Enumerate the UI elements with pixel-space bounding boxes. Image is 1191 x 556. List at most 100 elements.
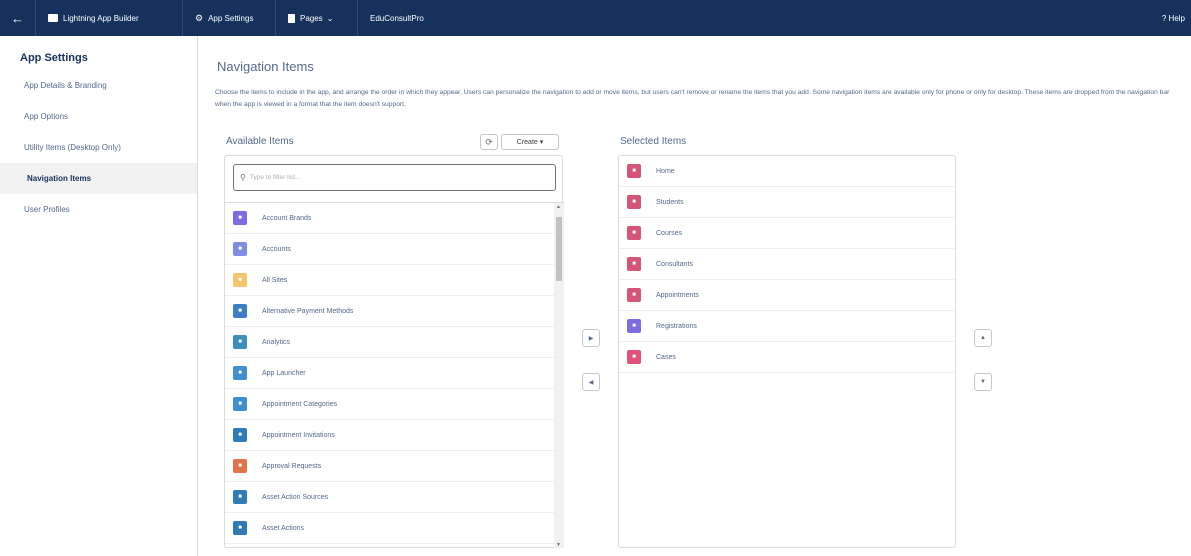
grid-icon: ■: [233, 366, 247, 380]
filter-placeholder: Type to filter list...: [249, 174, 301, 181]
selected-list-item[interactable]: ■ Cases: [619, 342, 957, 373]
available-list-item[interactable]: ■ Approval Requests: [225, 451, 564, 482]
custom-object-icon: ■: [627, 288, 641, 302]
chevron-down-icon: ⌄: [326, 13, 334, 23]
arrow-left-icon: ←: [11, 10, 24, 26]
custom-object-icon: ■: [627, 195, 641, 209]
arrow-left-icon: ◀: [588, 379, 594, 386]
item-label: Appointment Categories: [262, 400, 338, 408]
available-list-item[interactable]: ■ Account Brands: [225, 203, 564, 234]
item-label: Appointment Invitations: [262, 431, 335, 439]
page-title: Navigation Items: [217, 59, 314, 74]
app-settings-tab[interactable]: ⚙ App Settings: [183, 0, 276, 36]
available-list-item[interactable]: ■ Asset Action Sources: [225, 482, 564, 513]
sidebar-title: App Settings: [20, 52, 88, 64]
help-link[interactable]: ? Help: [1162, 0, 1191, 36]
sidebar-item-user-profiles[interactable]: User Profiles: [0, 194, 197, 225]
available-list-item[interactable]: ■ Analytics: [225, 327, 564, 358]
scroll-up-icon[interactable]: ▲: [556, 204, 561, 210]
item-label: Approval Requests: [262, 462, 322, 470]
create-button[interactable]: Create ▾: [501, 134, 559, 150]
arrow-up-icon: ▲: [980, 335, 986, 341]
selected-list-item[interactable]: ■ Consultants: [619, 249, 957, 280]
sidebar-item-app-details[interactable]: App Details & Branding: [0, 70, 197, 101]
selected-items-list: ■ Home ■ Students ■ Courses ■ Consultants ■ Appoi…: [619, 156, 957, 373]
account-icon: ■: [233, 242, 247, 256]
sites-icon: ■: [233, 273, 247, 287]
available-list-item[interactable]: ■ Appointment Invitations: [225, 420, 564, 451]
move-to-available-button[interactable]: ◀: [582, 373, 600, 391]
refresh-icon: ⟳: [485, 136, 493, 147]
builder-label: Lightning App Builder: [63, 13, 139, 23]
custom-object-icon: ■: [627, 226, 641, 240]
item-label: App Launcher: [262, 369, 306, 377]
approval-icon: ■: [233, 459, 247, 473]
sidebar-item-app-options[interactable]: App Options: [0, 101, 197, 132]
available-items-label: Available Items: [226, 136, 294, 147]
arrow-right-icon: ▶: [588, 335, 594, 342]
home-icon: ■: [627, 164, 641, 178]
selected-list-item[interactable]: ■ Home: [619, 156, 957, 187]
item-label: Home: [656, 167, 675, 175]
item-label: Alternative Payment Methods: [262, 307, 354, 315]
item-label: Asset Actions: [262, 524, 305, 532]
case-icon: ■: [627, 350, 641, 364]
sidebar-item-utility-items[interactable]: Utility Items (Desktop Only): [0, 132, 197, 163]
scrollbar[interactable]: ▲ ▼: [554, 203, 564, 548]
lightning-app-builder-link[interactable]: Lightning App Builder: [36, 0, 183, 36]
pages-menu[interactable]: Pages ⌄: [276, 0, 358, 36]
selected-list-item[interactable]: ■ Students: [619, 187, 957, 218]
sidebar-item-navigation-items[interactable]: Navigation Items: [0, 163, 197, 194]
asset-icon: ■: [233, 490, 247, 504]
item-label: Accounts: [262, 245, 291, 253]
selected-items-listbox: ■ Home ■ Students ■ Courses ■ Consultants ■ Appoi…: [618, 155, 957, 548]
item-label: Account Brands: [262, 214, 312, 222]
scroll-down-icon[interactable]: ▼: [556, 542, 561, 548]
star-icon: ■: [627, 319, 641, 333]
selected-list-item[interactable]: ■ Courses: [619, 218, 957, 249]
page-icon: [288, 13, 295, 23]
selected-list-item[interactable]: ■ Appointments: [619, 280, 957, 311]
analytics-icon: ■: [233, 335, 247, 349]
item-label: Students: [656, 198, 684, 206]
item-label: Asset Action Sources: [262, 493, 329, 501]
available-items-list: ■ Account Brands ■ Accounts ■ All Sites ■ Alter…: [225, 202, 564, 548]
arrow-down-icon: ▼: [980, 379, 986, 385]
move-to-selected-button[interactable]: ▶: [582, 329, 600, 347]
available-list-item[interactable]: ■ All Sites: [225, 265, 564, 296]
item-label: Consultants: [656, 260, 693, 268]
available-items-listbox: ⚲ Type to filter list... ■ Account Brands…: [224, 155, 564, 548]
back-button[interactable]: ←: [0, 0, 36, 36]
available-list-item[interactable]: ■ Alternative Payment Methods: [225, 296, 564, 327]
global-header: ← Lightning App Builder ⚙ App Settings P…: [0, 0, 1191, 36]
available-list-item[interactable]: ■ Appointment Categories: [225, 389, 564, 420]
search-icon: ⚲: [240, 173, 246, 182]
item-label: Appointments: [656, 291, 699, 299]
pages-label: Pages: [300, 13, 323, 23]
item-label: Cases: [656, 353, 676, 361]
scrollbar-thumb[interactable]: [556, 217, 562, 281]
app-builder-icon: [48, 14, 58, 22]
available-list-item[interactable]: ■ Asset Actions: [225, 513, 564, 544]
item-label: Analytics: [262, 338, 291, 346]
asset-action-icon: ■: [233, 521, 247, 535]
invitation-icon: ■: [233, 428, 247, 442]
app-name: EduConsultPro: [358, 0, 436, 36]
filter-input[interactable]: ⚲ Type to filter list...: [233, 164, 556, 191]
gear-icon: ⚙: [195, 12, 204, 23]
item-label: Registrations: [656, 322, 697, 330]
settings-label: App Settings: [208, 13, 254, 23]
brand-icon: ■: [233, 211, 247, 225]
move-down-button[interactable]: ▼: [974, 373, 992, 391]
available-list-item[interactable]: ■ App Launcher: [225, 358, 564, 389]
move-up-button[interactable]: ▲: [974, 329, 992, 347]
selected-items-label: Selected Items: [620, 136, 687, 147]
selected-list-item[interactable]: ■ Registrations: [619, 311, 957, 342]
settings-sidebar: App Settings App Details & Branding App …: [0, 36, 198, 556]
item-label: Courses: [656, 229, 683, 237]
custom-object-icon: ■: [627, 257, 641, 271]
refresh-button[interactable]: ⟳: [480, 134, 498, 150]
help-label: ? Help: [1161, 13, 1185, 23]
payment-icon: ■: [233, 304, 247, 318]
available-list-item[interactable]: ■ Accounts: [225, 234, 564, 265]
